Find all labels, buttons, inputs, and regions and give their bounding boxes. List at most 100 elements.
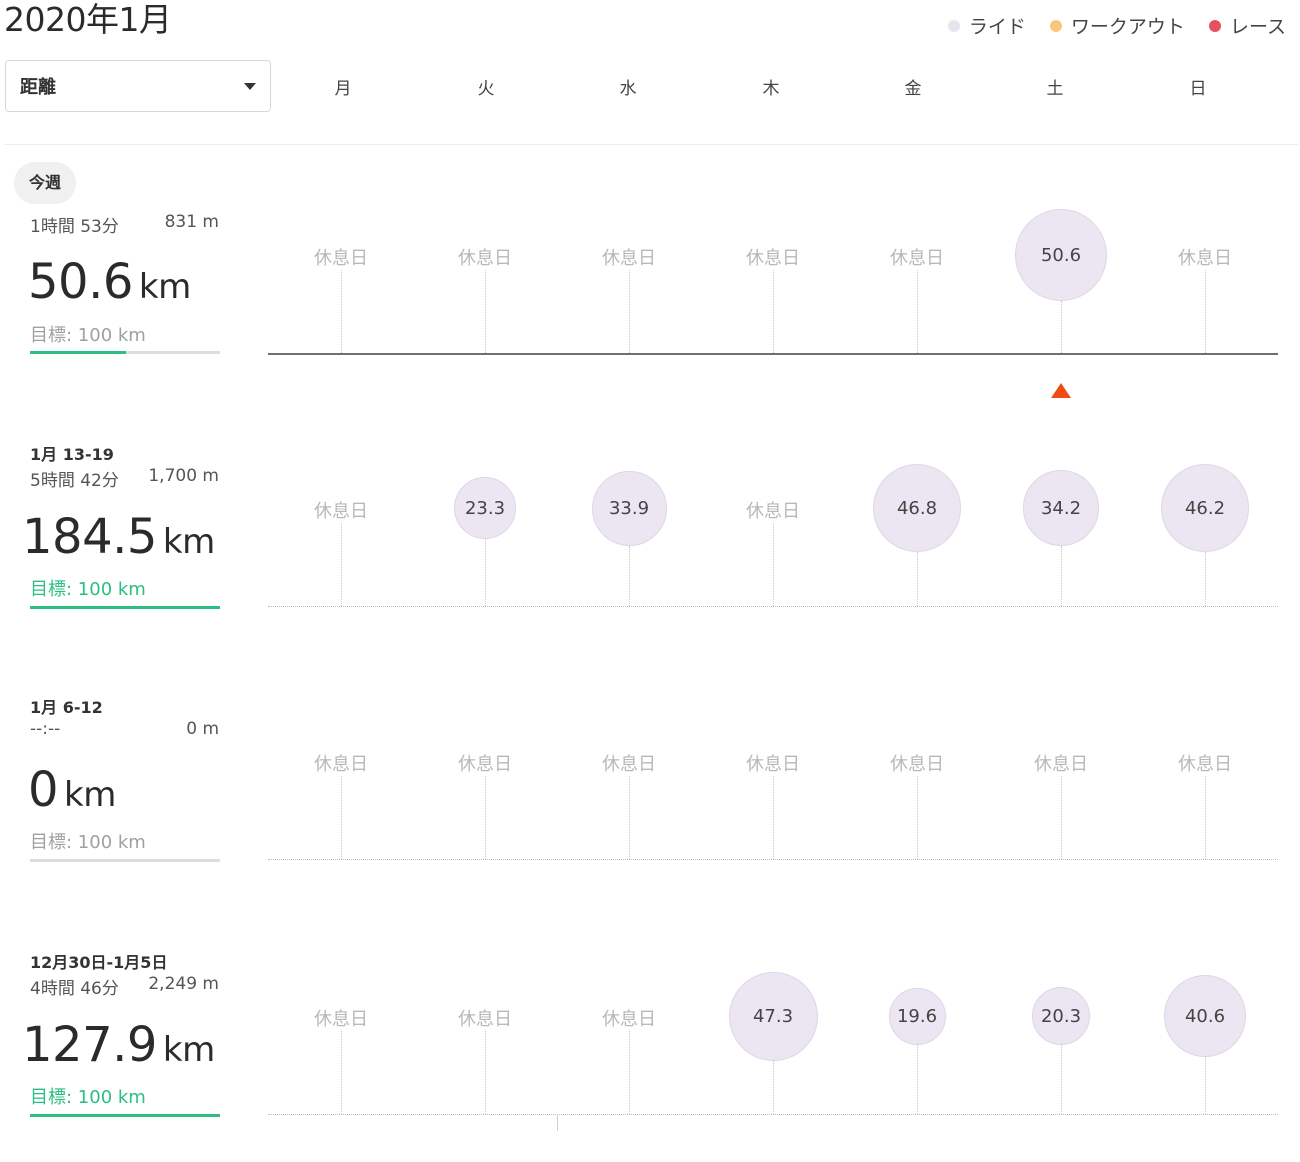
week-distance-unit: km [162,1030,215,1070]
rest-day-label: 休息日 [746,750,800,776]
ride-bubble[interactable]: 46.2 [1161,464,1249,552]
week-distance: 50.6 km [28,254,191,310]
ride-bubble[interactable]: 47.3 [728,971,818,1061]
week-elevation: 1,700 m [148,466,219,486]
week-range-label: 1月 13-19 [30,445,114,464]
rest-day-label: 休息日 [458,244,512,270]
rest-day-label: 休息日 [458,1005,512,1031]
caret-down-icon [244,82,256,90]
ride-bubble[interactable]: 46.8 [873,464,961,552]
day-header-tue: 火 [477,79,495,99]
ride-dot-icon [947,19,960,32]
rest-day-label: 休息日 [890,750,944,776]
day-stem [485,1030,486,1114]
day-stem [917,1044,918,1114]
day-stem [1205,775,1206,859]
rest-day-label: 休息日 [1178,750,1232,776]
day-stem [1061,1045,1062,1114]
day-stem [485,539,486,606]
ride-bubble[interactable]: 34.2 [1023,470,1099,546]
day-stem [773,269,774,353]
day-header-thu: 木 [762,79,780,99]
goal-progress-fill [30,1114,220,1117]
week-goal: 目標: 100 km [30,1087,146,1108]
week-range-label: 1月 6-12 [30,698,103,717]
week-duration: 1時間 53分 [30,217,119,237]
current-week-badge: 今週 [14,162,77,204]
rest-day-label: 休息日 [746,244,800,270]
race-dot-icon [1208,19,1221,32]
rest-day-label: 休息日 [746,497,800,523]
week-baseline [268,1114,1278,1115]
day-stem [1061,775,1062,859]
ride-bubble[interactable]: 40.6 [1164,975,1246,1057]
day-stem [629,545,630,606]
day-stem [1205,269,1206,353]
day-stem [917,775,918,859]
today-marker-icon [1051,383,1071,398]
ride-bubble[interactable]: 19.6 [888,987,946,1045]
metric-select-value: 距離 [20,77,56,98]
metric-select[interactable]: 距離 [5,60,271,112]
legend-label: ライド [968,16,1026,38]
rest-day-label: 休息日 [890,244,944,270]
day-stem [341,775,342,859]
ride-bubble[interactable]: 20.3 [1032,987,1090,1045]
goal-progress-fill [30,606,220,609]
goal-progress-bar [30,606,220,609]
week-baseline [268,606,1278,607]
week-duration: 4時間 46分 [30,979,119,999]
day-stem [341,1030,342,1114]
rest-day-label: 休息日 [602,1005,656,1031]
week-distance-value: 127.9 [22,1017,157,1073]
rest-day-label: 休息日 [1034,750,1088,776]
rest-day-label: 休息日 [602,750,656,776]
week-elevation: 2,249 m [148,974,219,994]
ride-bubble[interactable]: 50.6 [1015,209,1107,301]
day-stem [917,552,918,606]
rest-day-label: 休息日 [1178,244,1232,270]
week-goal: 目標: 100 km [30,579,146,600]
week-row: 1月 13-19 5時間 42分 1,700 m 184.5 km 目標: 100 km 休… [0,401,1300,654]
day-stem [629,775,630,859]
scroll-edge [557,1114,558,1131]
goal-progress-bar [30,351,220,354]
week-range-label: 12月30日-1月5日 [30,953,168,972]
week-row: 今週 1時間 53分 831 m 50.6 km 目標: 100 km 休息日 休息日 休息日休… [0,148,1300,401]
week-goal: 目標: 100 km [30,832,146,853]
legend-item-race: レース [1208,12,1286,39]
ride-bubble[interactable]: 23.3 [454,477,516,539]
week-distance-value: 50.6 [28,254,133,310]
day-stem [917,269,918,353]
ride-bubble[interactable]: 33.9 [591,470,667,546]
page-title: 2020年1月 [4,0,172,39]
week-elevation: 831 m [164,212,219,232]
day-stem [1061,301,1062,353]
week-distance: 184.5 km [22,509,215,565]
goal-progress-bar [30,859,220,862]
day-stem [773,775,774,859]
week-duration: 5時間 42分 [30,471,119,491]
activity-legend: ライド ワークアウト レース [947,12,1286,39]
workout-dot-icon [1049,19,1062,32]
day-stem [629,1030,630,1114]
week-elevation: 0 m [186,719,219,739]
week-distance: 127.9 km [22,1017,215,1073]
day-header-sun: 日 [1189,79,1207,99]
week-distance-unit: km [138,267,191,307]
day-header-mon: 月 [334,79,352,99]
week-distance-unit: km [162,522,215,562]
rest-day-label: 休息日 [458,750,512,776]
day-stem [773,1060,774,1114]
week-row: 12月30日-1月5日 4時間 46分 2,249 m 127.9 km 目標: 100 … [0,909,1300,1162]
rest-day-label: 休息日 [314,1005,368,1031]
day-header-wed: 水 [619,79,637,99]
day-header-sat: 土 [1046,79,1064,99]
week-distance-value: 184.5 [22,509,157,565]
week-row: 1月 6-12 --:-- 0 m 0 km 目標: 100 km 休息日 休息日 休息日 休息日… [0,654,1300,907]
week-goal: 目標: 100 km [30,325,146,346]
week-distance-value: 0 [28,762,59,818]
rest-day-label: 休息日 [602,244,656,270]
week-distance: 0 km [28,762,116,818]
week-baseline [268,859,1278,860]
